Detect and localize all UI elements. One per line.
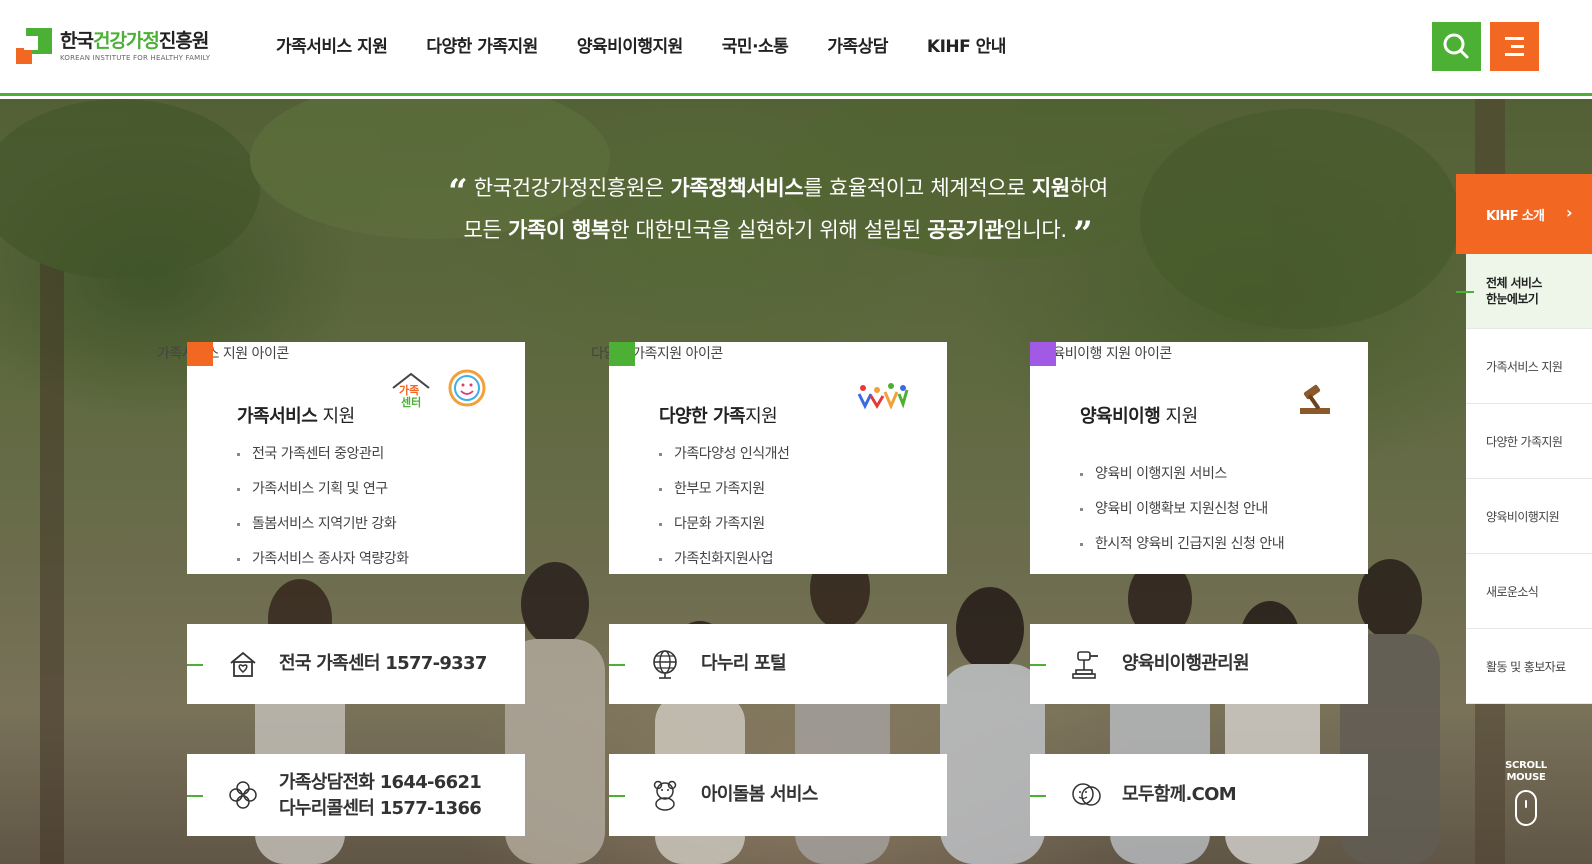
quick-item-news[interactable]: 새로운소식 [1466,554,1592,629]
card-item-list: 전국 가족센터 중앙관리 가족서비스 기획 및 연구 돌봄서비스 지역기반 강화… [237,444,409,584]
svg-text:센터: 센터 [401,395,421,409]
list-item[interactable]: 전국 가족센터 중앙관리 [237,444,408,479]
card-title: 양육비이행 지원 [1080,406,1198,427]
link-text: 양육비이행관리원 [1122,653,1250,674]
link-family-counsel-call[interactable]: 가족상담전화 1644-6621 다누리콜센터 1577-1366 [187,754,525,836]
link-family-center[interactable]: 전국 가족센터 1577-9337 [187,624,525,704]
card-color-tag [1030,342,1056,366]
quick-item-family-service[interactable]: 가족서비스 지원 [1466,329,1592,404]
chevron-right-icon: › [1566,203,1573,222]
nav-communication[interactable]: 국민·소통 [722,32,789,57]
logo-subtitle: KOREAN INSTITUTE FOR HEALTHY FAMILY [60,54,211,62]
card-diverse-family[interactable]: 다양한 가족지원 아이콘 다양한 가족지원 가족다양성 인식개선 한부모 가족지… [591,342,947,574]
mouse-icon [1515,790,1537,826]
card-item-list: 양육비 이행지원 서비스 양육비 이행확보 지원신청 안내 한시적 양육비 긴급… [1080,464,1285,569]
svg-text:가족: 가족 [399,383,419,397]
logo-mark-icon [16,28,52,64]
link-text: 가족상담전화 1644-6621 다누리콜센터 1577-1366 [279,770,482,822]
hero-quote: “ 한국건강가정진흥원은 가족정책서비스를 효율적이고 체계적으로 지원하여 모… [0,169,1556,253]
card-title: 다양한 가족지원 [659,406,778,427]
scroll-indicator[interactable]: SCROLL MOUSE [1496,760,1556,826]
card-color-tag [187,342,213,366]
quick-item-activities[interactable]: 활동 및 홍보자료 [1466,629,1592,704]
list-item[interactable]: 가족서비스 종사자 역량강화 [237,549,409,584]
link-child-support-agency[interactable]: 양육비이행관리원 [1030,624,1368,704]
diverse-family-icon [857,383,909,410]
card-title: 가족서비스 지원 [237,406,355,427]
gavel-icon [1300,384,1330,414]
list-item[interactable]: 양육비 이행확보 지원신청 안내 [1080,499,1284,534]
link-text: 전국 가족센터 1577-9337 [279,653,487,674]
nav-child-support[interactable]: 양육비이행지원 [577,32,683,57]
card-child-support[interactable]: 양육비이행 지원 아이콘 양육비이행 지원 양육비 이행지원 서비스 양육비 이… [1030,342,1368,574]
list-item[interactable]: 다문화 가족지원 [659,514,789,549]
scroll-label-2: MOUSE [1506,772,1546,783]
link-text: 다누리 포털 [701,653,787,674]
nav-family-service[interactable]: 가족서비스 지원 [276,32,388,57]
list-item[interactable]: 가족다양성 인식개선 [659,444,790,479]
search-icon [1443,33,1469,59]
link-dash [1030,664,1046,666]
list-item[interactable]: 가족친화지원사업 [659,549,789,584]
open-quote-icon: “ [448,172,468,212]
link-text-line2: 다누리콜센터 1577-1366 [279,798,482,819]
link-text-line1: 가족상담전화 1644-6621 [279,772,482,793]
quick-item-child-support[interactable]: 양육비이행지원 [1466,479,1592,554]
house-heart-icon [230,651,256,677]
logo-name: 한국건강가정진흥원 [60,30,209,52]
link-danuri-portal[interactable]: 다누리 포털 [609,624,947,704]
teddy-bear-icon [653,780,677,811]
link-dash [609,795,625,797]
quick-item-diverse-family[interactable]: 다양한 가족지원 [1466,404,1592,479]
quick-item-all-services[interactable]: 전체 서비스 한눈에보기 [1456,254,1592,329]
nav-family-counsel[interactable]: 가족상담 [827,32,888,57]
quick-menu-head[interactable]: KIHF 소개 › [1456,174,1592,254]
hamburger-menu-icon [1505,37,1524,56]
menu-button[interactable] [1490,22,1539,71]
nav-diverse-family[interactable]: 다양한 가족지원 [426,32,538,57]
main-nav: 가족서비스 지원 다양한 가족지원 양육비이행지원 국민·소통 가족상담 KIH… [276,32,1045,57]
card-color-tag [609,342,635,366]
site-logo[interactable]: 한국건강가정진흥원 KOREAN INSTITUTE FOR HEALTHY F… [16,28,210,64]
hero-section: “ 한국건강가정진흥원은 가족정책서비스를 효율적이고 체계적으로 지원하여 모… [0,99,1592,864]
hero-quote-line1: “ 한국건강가정진흥원은 가족정책서비스를 효율적이고 체계적으로 지원하여 [448,172,1108,212]
hero-quote-line2: 모든 가족이 행복한 대한민국을 실현하기 위해 설립된 공공기관입니다. ” [463,214,1093,254]
scroll-label: SCROLL [1505,760,1547,771]
globe-icon [653,650,677,679]
link-text: 모두함께.COM [1122,784,1237,805]
chat-smile-icon [1072,783,1101,806]
link-dash [187,795,203,797]
link-text: 아이돌봄 서비스 [701,784,818,805]
link-child-care-service[interactable]: 아이돌봄 서비스 [609,754,947,836]
list-item[interactable]: 한시적 양육비 긴급지원 신청 안내 [1080,534,1285,569]
list-item[interactable]: 한부모 가족지원 [659,479,789,514]
gavel-stand-icon [1072,651,1098,679]
card-family-service[interactable]: 가족서비스 지원 아이콘 가족 센터 가족서비스 지원 전국 가족센터 중앙관리… [157,342,525,574]
nav-kihf-info[interactable]: KIHF 안내 [927,32,1007,57]
list-item[interactable]: 가족서비스 기획 및 연구 [237,479,408,514]
link-moduhamke[interactable]: 모두함께.COM [1030,754,1368,836]
card-item-list: 가족다양성 인식개선 한부모 가족지원 다문화 가족지원 가족친화지원사업 [659,444,790,584]
quick-menu-list: 전체 서비스 한눈에보기 가족서비스 지원 다양한 가족지원 양육비이행지원 새로… [1456,254,1592,704]
list-item[interactable]: 돌봄서비스 지역기반 강화 [237,514,408,549]
link-dash [609,664,625,666]
link-dash [1030,795,1046,797]
family-center-icon: 가족 센터 [392,369,486,409]
close-quote-icon: ” [1073,214,1093,254]
list-item[interactable]: 양육비 이행지원 서비스 [1080,464,1284,499]
search-button[interactable] [1432,22,1481,71]
site-header: 한국건강가정진흥원 KOREAN INSTITUTE FOR HEALTHY F… [0,0,1592,96]
clover-icon [229,781,257,809]
card-image-alt-text: 양육비이행 지원 아이콘 [1040,346,1172,362]
card-image-alt-text: 가족서비스 지원 아이콘 [157,346,289,362]
link-dash [187,664,203,666]
